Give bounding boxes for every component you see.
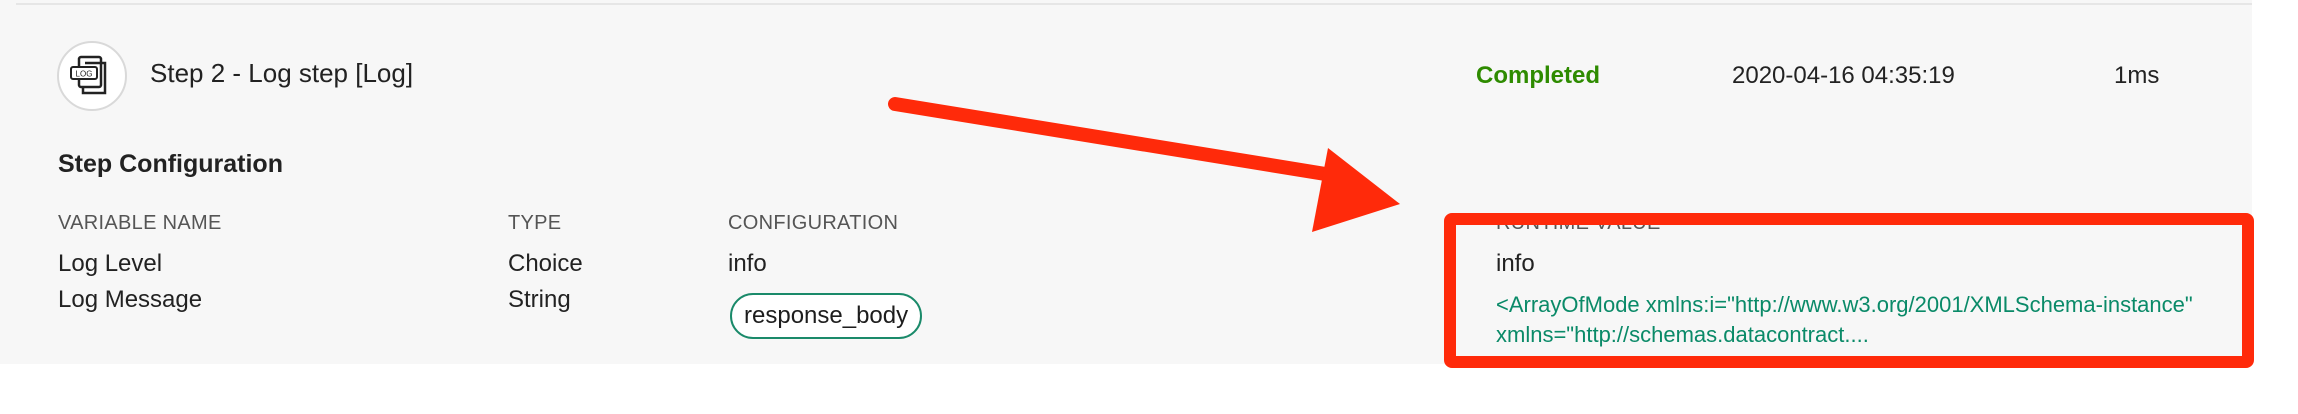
highlight-box: [1444, 213, 2254, 368]
